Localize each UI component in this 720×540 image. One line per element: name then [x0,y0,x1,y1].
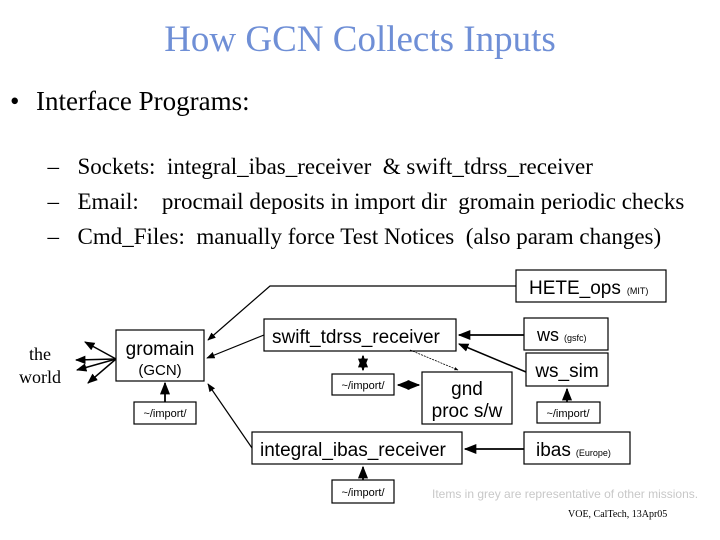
ibas-node: ibas (Europe) [523,431,631,465]
world-label-line1: the [29,344,51,364]
ws-sim-label: ws_sim [534,361,598,382]
gromain-sublabel: (GCN) [138,362,181,379]
ws-org: (gsfc) [564,333,587,343]
ibas-org: (Europe) [576,448,611,458]
hete-ops-node: HETE_ops (MIT) [515,269,667,303]
ws-name: ws [536,325,559,345]
world-label-line2: world [19,367,61,387]
gromain-to-world-arrows [74,341,117,384]
ws-sim-import-label: ~/import/ [546,408,590,420]
ws-sim-import-node: ~/import/ [536,401,601,424]
arrow-swift-to-gnd-dotted [409,349,459,371]
arrow-wssim-to-swift [458,343,527,373]
arrow-world-1 [84,341,117,360]
swift-tdrss-receiver-label: swift_tdrss_receiver [272,327,441,348]
grey-items-note: Items in grey are representative of othe… [432,487,699,501]
gcn-diagram: the world gromain (GCN) ~/import/ HETE_o… [19,269,667,504]
gromain-node: gromain (GCN) [115,329,205,382]
ws-sim-node: ws_sim [525,352,609,387]
integral-import-label: ~/import/ [341,487,385,499]
gromain-import-label: ~/import/ [143,408,187,420]
ws-node: ws (gsfc) [523,317,609,351]
gnd-proc-node: gnd proc s/w [421,371,513,425]
credit-footer: VOE, CalTech, 13Apr05 [568,509,668,520]
ibas-name: ibas [536,440,571,461]
arrow-integral-to-gromain [207,383,253,449]
arrow-swift-to-gromain [206,334,265,359]
swift-tdrss-receiver-node: swift_tdrss_receiver [263,318,457,352]
gromain-import-node: ~/import/ [133,401,197,425]
gnd-proc-label-line2: proc s/w [432,401,503,422]
hete-ops-name: HETE_ops [529,278,621,299]
swift-import-node: ~/import/ [331,373,395,396]
arrow-world-2 [74,355,117,364]
gromain-label: gromain [126,339,195,360]
swift-import-label: ~/import/ [341,380,385,392]
integral-ibas-receiver-node: integral_ibas_receiver [251,431,463,465]
gnd-proc-label-line1: gnd [451,379,483,400]
integral-ibas-receiver-label: integral_ibas_receiver [260,440,447,461]
integral-import-node: ~/import/ [331,479,395,504]
hete-ops-org: (MIT) [627,286,649,296]
